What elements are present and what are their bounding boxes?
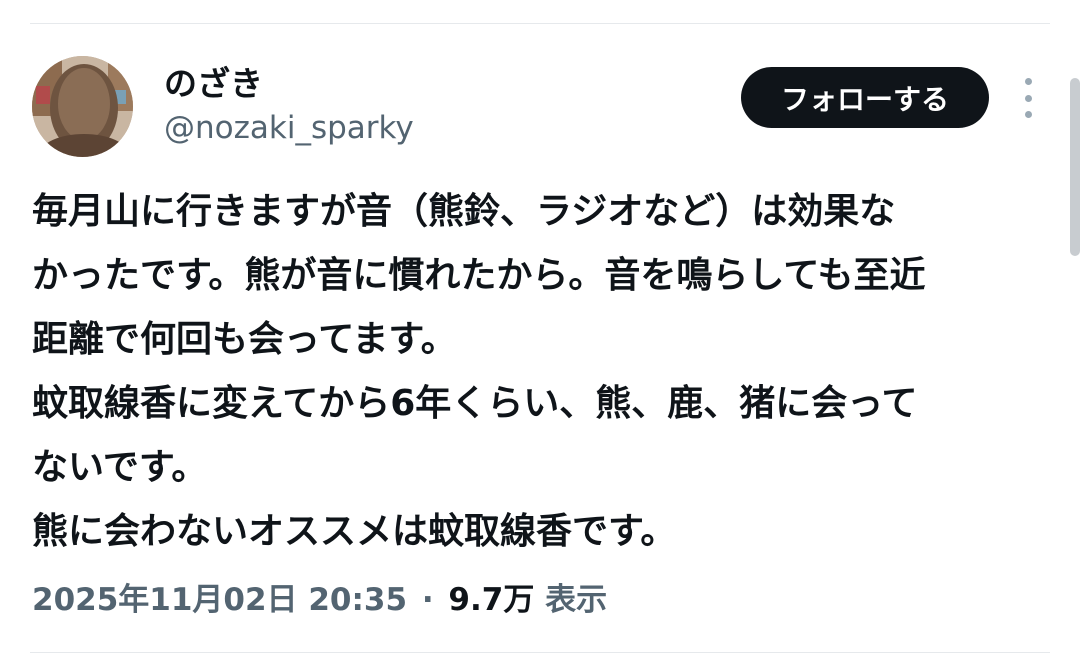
tweet-line: 蚊取線香に変えてから6年くらい、熊、鹿、猪に会って: [32, 383, 918, 424]
meta-separator: ·: [421, 582, 434, 618]
tweet-text: 毎月山に行きますが音（熊鈴、ラジオなど）は効果な かったです。熊が音に慣れたから…: [32, 180, 1062, 564]
more-dot: [1024, 111, 1032, 118]
follow-button[interactable]: フォローする: [741, 67, 989, 128]
tweet-line: 距離で何回も会ってます。: [32, 319, 457, 360]
tweet-line: 毎月山に行きますが音（熊鈴、ラジオなど）は効果な: [32, 191, 896, 232]
scrollbar-thumb[interactable]: [1070, 78, 1080, 256]
tweet-page: のざき @nozaki_sparky フォローする 毎月山に行きますが音（熊鈴、…: [0, 0, 1080, 655]
view-count[interactable]: 9.7万: [448, 582, 534, 618]
more-dot: [1024, 78, 1032, 85]
top-divider: [30, 23, 1050, 24]
tweet-line: 熊に会わないオススメは蚊取線香です。: [32, 511, 677, 552]
tweet-meta: 2025年11月02日 20:35 · 9.7万 表示: [32, 574, 607, 626]
more-vertical-icon[interactable]: [1016, 78, 1040, 118]
display-name[interactable]: のざき: [164, 62, 263, 106]
tweet-timestamp[interactable]: 2025年11月02日 20:35: [32, 582, 407, 618]
user-handle[interactable]: @nozaki_sparky: [164, 108, 414, 148]
tweet-line: かったです。熊が音に慣れたから。音を鳴らしても至近: [32, 255, 926, 296]
tweet-line: ないです。: [32, 447, 208, 488]
avatar[interactable]: [32, 56, 133, 157]
more-dot: [1024, 94, 1032, 102]
view-count-label[interactable]: 表示: [545, 582, 607, 618]
bottom-divider: [30, 652, 1050, 653]
